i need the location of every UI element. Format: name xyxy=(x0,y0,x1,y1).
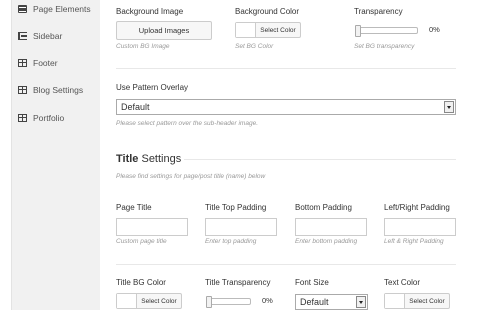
sidebar-item-sidebar[interactable]: Sidebar xyxy=(12,21,101,51)
divider xyxy=(184,159,456,160)
sidebar-item-label: Page Elements xyxy=(33,4,91,14)
bottom-padding-input[interactable] xyxy=(295,218,367,236)
text-color-label: Text Color xyxy=(384,278,421,287)
color-swatch xyxy=(117,294,137,308)
left-right-padding-input[interactable] xyxy=(384,218,456,236)
left-right-padding-hint: Left & Right Padding xyxy=(384,238,444,245)
sidebar-item-blog-settings[interactable]: Blog Settings xyxy=(12,75,101,105)
title-bg-color-label: Title BG Color xyxy=(116,278,166,287)
transparency-hint: Set BG transparency xyxy=(354,43,415,50)
select-color-label: Select Color xyxy=(141,297,177,305)
page-title-label: Page Title xyxy=(116,203,152,212)
pattern-overlay-select[interactable]: Default xyxy=(116,99,456,115)
transparency-slider[interactable] xyxy=(355,25,418,37)
page-title-hint: Custom page title xyxy=(116,238,167,245)
upload-images-button[interactable]: Upload Images xyxy=(116,21,212,40)
dropdown-arrow-icon xyxy=(444,101,454,113)
title-bg-color-picker[interactable]: Select Color xyxy=(116,293,182,309)
background-image-hint: Custom BG Image xyxy=(116,43,170,50)
background-color-label: Background Color xyxy=(235,7,300,16)
sidebar-item-label: Footer xyxy=(33,58,58,68)
select-color-label: Select Color xyxy=(409,297,445,305)
title-transparency-value: 0% xyxy=(262,296,273,305)
list-icon xyxy=(18,32,27,40)
title-settings-heading-bold: Title xyxy=(116,153,139,165)
divider xyxy=(116,264,456,265)
background-color-picker[interactable]: Select Color xyxy=(235,22,301,38)
table-icon xyxy=(18,59,27,67)
font-size-label: Font Size xyxy=(295,278,329,287)
transparency-label: Transparency xyxy=(354,7,403,16)
title-top-padding-input[interactable] xyxy=(205,218,277,236)
title-transparency-label: Title Transparency xyxy=(205,278,271,287)
slider-handle[interactable] xyxy=(355,25,361,37)
left-right-padding-label: Left/Right Padding xyxy=(384,203,450,212)
color-swatch xyxy=(236,23,256,37)
settings-sidebar: Page Elements Sidebar Footer Blog Settin… xyxy=(0,0,100,310)
title-top-padding-label: Title Top Padding xyxy=(205,203,267,212)
bottom-padding-hint: Enter bottom padding xyxy=(295,238,358,245)
pattern-overlay-value: Default xyxy=(121,102,150,112)
title-settings-heading: Title Settings xyxy=(116,153,181,165)
sidebar-item-footer[interactable]: Footer xyxy=(12,48,101,78)
transparency-value: 0% xyxy=(429,25,440,34)
window-icon xyxy=(18,5,27,13)
title-settings-heading-rest: Settings xyxy=(138,153,182,165)
dropdown-arrow-icon xyxy=(356,296,366,308)
table-icon xyxy=(18,114,27,122)
font-size-value: Default xyxy=(300,297,329,307)
slider-handle[interactable] xyxy=(206,296,212,308)
color-swatch xyxy=(385,294,405,308)
page-title-input[interactable] xyxy=(116,218,188,236)
background-color-hint: Set BG Color xyxy=(235,43,274,50)
title-transparency-slider[interactable] xyxy=(206,296,251,308)
sidebar-item-portfolio[interactable]: Portfolio xyxy=(12,103,101,133)
title-settings-subtitle: Please find settings for page/post title… xyxy=(116,173,266,180)
table-icon xyxy=(18,86,27,94)
text-color-picker[interactable]: Select Color xyxy=(384,293,450,309)
settings-panel: Background Image Upload Images Custom BG… xyxy=(116,0,456,310)
select-color-label: Select Color xyxy=(260,26,296,34)
sidebar-item-label: Blog Settings xyxy=(33,85,84,95)
sidebar-item-label: Sidebar xyxy=(33,31,63,41)
sidebar-item-label: Portfolio xyxy=(33,113,65,123)
pattern-overlay-hint: Please select pattern over the sub-heade… xyxy=(116,120,259,127)
font-size-select[interactable]: Default xyxy=(295,294,368,310)
sidebar-nav: Page Elements Sidebar Footer Blog Settin… xyxy=(11,0,100,310)
bottom-padding-label: Bottom Padding xyxy=(295,203,352,212)
pattern-overlay-label: Use Pattern Overlay xyxy=(116,83,189,92)
title-top-padding-hint: Enter top padding xyxy=(205,238,257,245)
background-image-label: Background Image xyxy=(116,7,184,16)
divider xyxy=(116,68,456,69)
